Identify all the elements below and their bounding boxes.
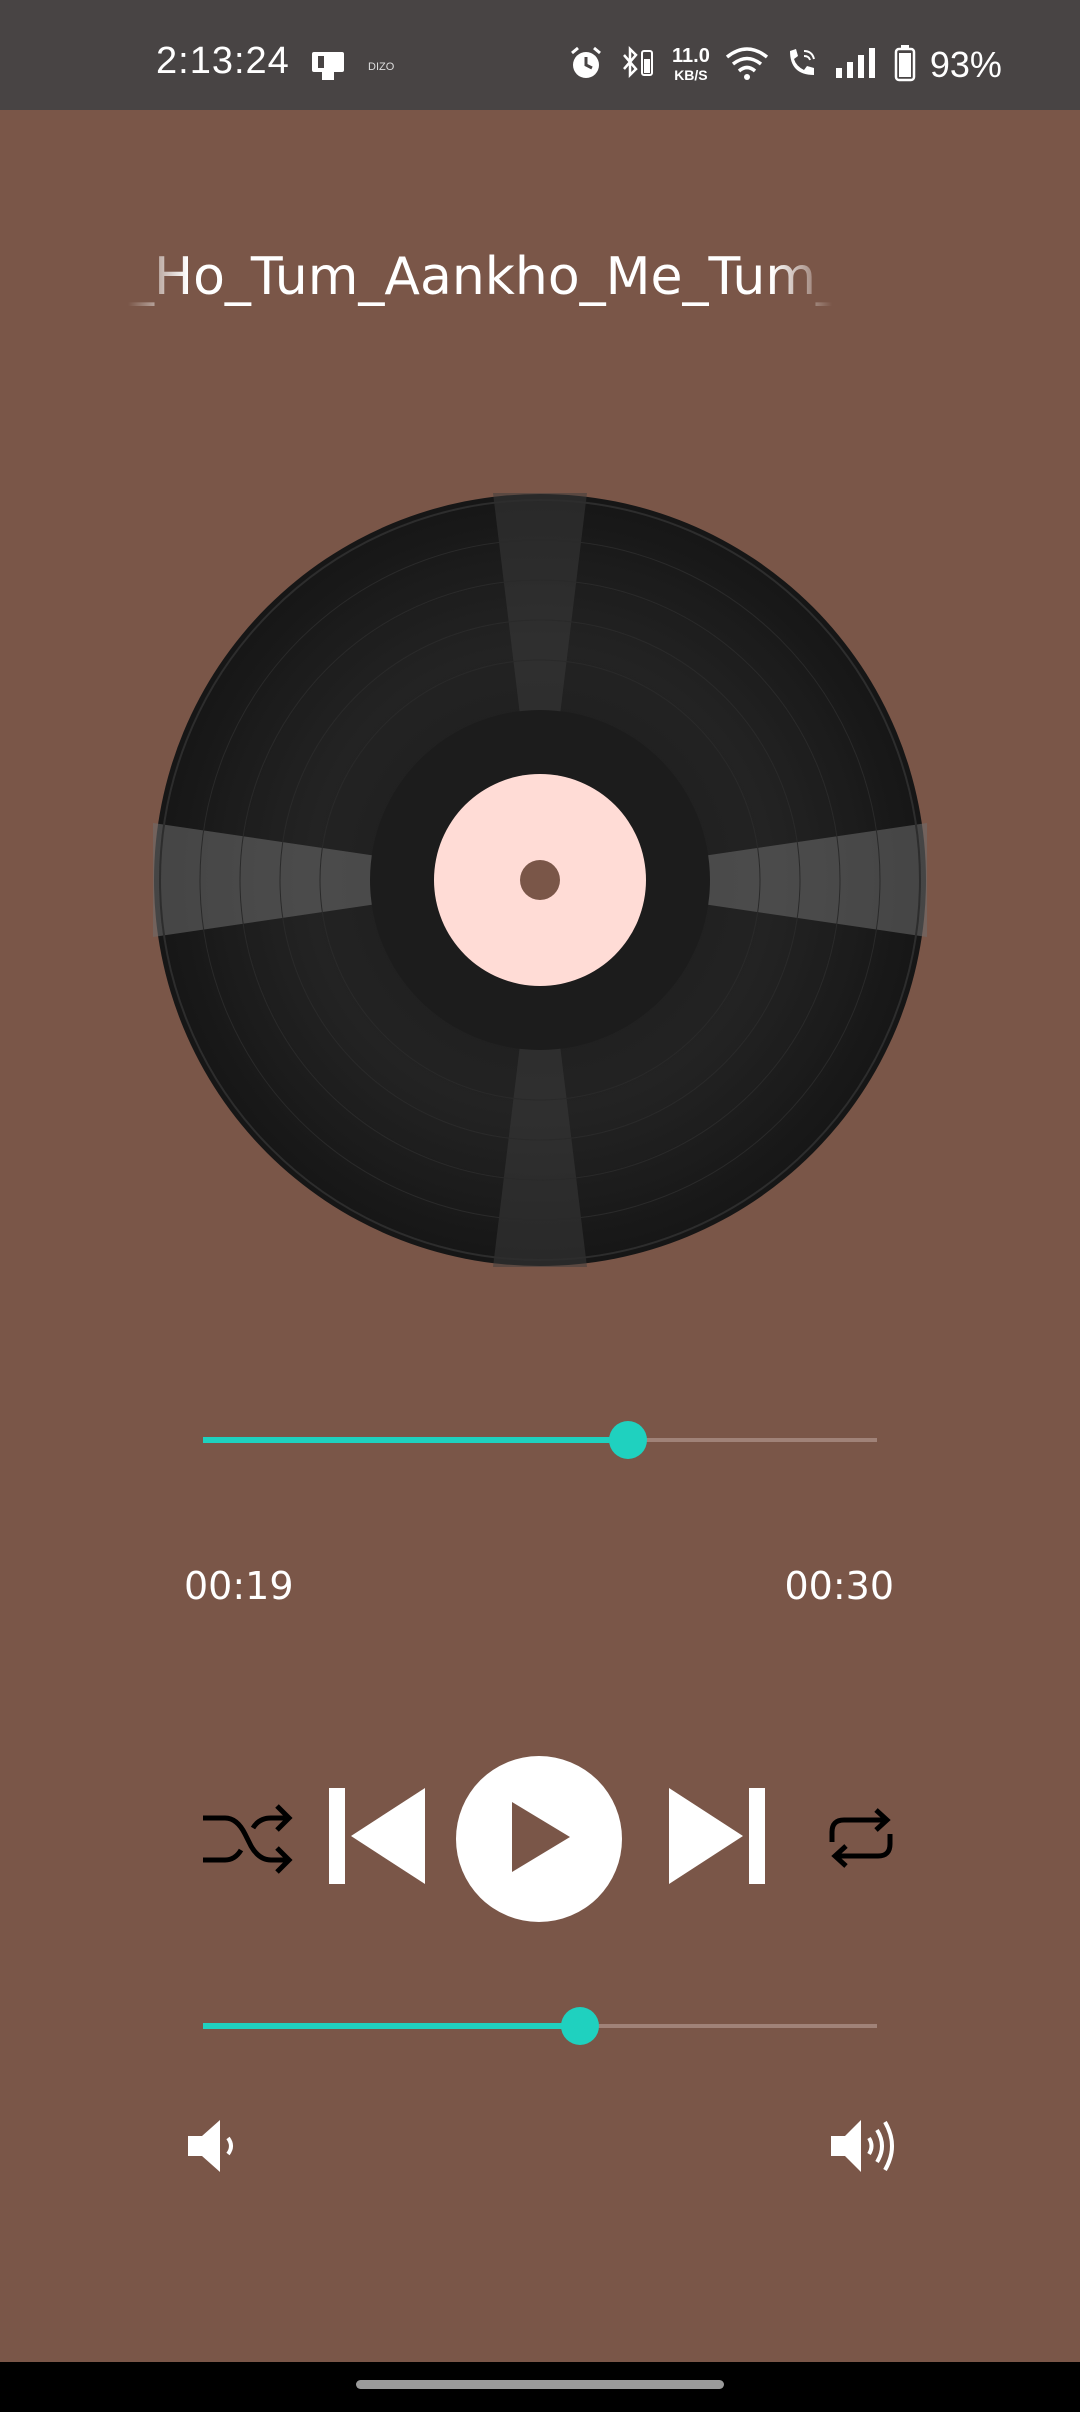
next-button[interactable]	[664, 1783, 774, 1893]
volume-high-icon	[829, 2116, 899, 2180]
repeat-icon	[826, 1806, 896, 1874]
volume-up-button[interactable]	[828, 2116, 900, 2180]
song-title-container: _Ho_Tum_Aankho_Me_Tum__	[128, 242, 832, 312]
volume-low-icon	[184, 2116, 244, 2180]
play-icon	[504, 1800, 574, 1878]
device-icon	[310, 48, 346, 86]
volume-down-button[interactable]	[182, 2116, 246, 2180]
home-gesture-handle[interactable]	[356, 2380, 724, 2389]
network-speed-value: 11.0	[672, 44, 710, 67]
volume-fill	[203, 2023, 581, 2029]
progress-slider[interactable]	[203, 1420, 877, 1460]
wifi-icon	[724, 45, 770, 85]
network-speed: 11.0 KB/S	[672, 44, 710, 84]
skip-previous-icon	[323, 1786, 427, 1890]
elapsed-time: 00:19	[184, 1564, 294, 1608]
volume-slider[interactable]	[203, 2006, 877, 2046]
previous-button[interactable]	[320, 1783, 430, 1893]
status-right-icons: 11.0 KB/S 93%	[568, 44, 1002, 86]
volume-thumb[interactable]	[561, 2007, 600, 2045]
bluetooth-battery-icon	[618, 45, 658, 85]
battery-icon	[894, 44, 916, 86]
skip-next-icon	[667, 1786, 771, 1890]
navigation-bar	[0, 2362, 1080, 2412]
title-fade-left	[128, 242, 188, 312]
title-fade-right	[772, 242, 832, 312]
brand-label: DIZO	[368, 61, 395, 73]
progress-fill	[203, 1437, 628, 1443]
shuffle-icon	[199, 1800, 295, 1880]
record-spindle-hole	[520, 860, 560, 900]
shuffle-button[interactable]	[195, 1795, 299, 1885]
progress-thumb[interactable]	[608, 1421, 647, 1459]
play-button[interactable]	[456, 1756, 622, 1922]
wifi-calling-icon	[784, 45, 820, 85]
song-title: _Ho_Tum_Aankho_Me_Tum__	[128, 247, 832, 307]
status-time: 2:13:24	[156, 40, 290, 82]
signal-icon	[834, 46, 880, 84]
total-time: 00:30	[784, 1564, 894, 1608]
status-left-icons: DIZO	[310, 48, 394, 86]
vinyl-record-artwork	[153, 493, 927, 1267]
status-bar: 2:13:24 DIZO 11.0 KB/S 93%	[0, 0, 1080, 110]
alarm-icon	[568, 45, 604, 85]
network-speed-unit: KB/S	[674, 66, 708, 83]
repeat-button[interactable]	[816, 1795, 906, 1885]
battery-percent: 93%	[929, 44, 1002, 85]
